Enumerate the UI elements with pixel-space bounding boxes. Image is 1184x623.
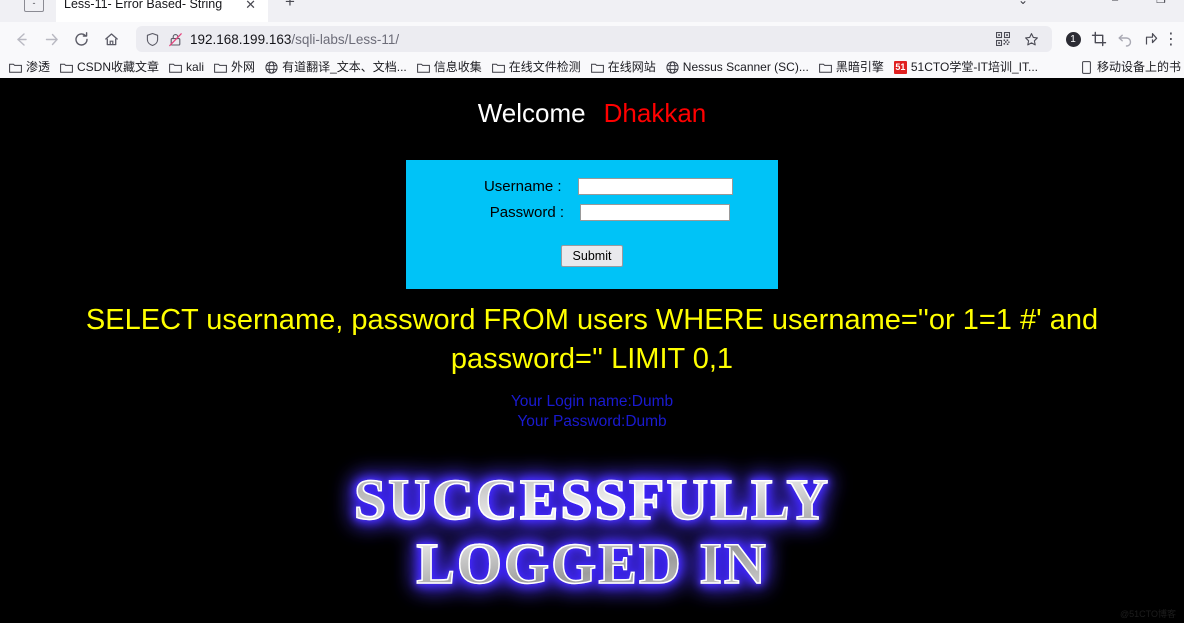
- bookmark-label: 黑暗引擎: [835, 60, 884, 74]
- page-title: Welcome Dhakkan: [0, 78, 1184, 129]
- folder-icon: [818, 61, 832, 73]
- bookmark-label: 外网: [231, 60, 256, 74]
- success-line-2: LOGGED IN: [415, 531, 768, 597]
- username-input[interactable]: [577, 178, 733, 195]
- notification-count: 1: [1065, 31, 1081, 47]
- globe-icon: [666, 60, 679, 74]
- folder-icon: [60, 61, 73, 73]
- mobile-icon: [1080, 60, 1093, 74]
- folder-icon: [491, 61, 505, 73]
- bookmark-item[interactable]: 在线文件检测: [487, 61, 586, 73]
- tab-strip: - Less-11- Error Based- String ✕ + ⌄ – ❐: [0, 0, 1184, 22]
- bookmark-item[interactable]: kali: [164, 61, 209, 73]
- bookmark-item[interactable]: 渗透: [4, 61, 55, 73]
- new-tab-button[interactable]: +: [278, 0, 302, 16]
- bookmark-star-icon[interactable]: [1018, 26, 1044, 52]
- bookmark-label: 在线文件检测: [508, 60, 581, 74]
- browser-window: - Less-11- Error Based- String ✕ + ⌄ – ❐: [0, 0, 1184, 623]
- bookmark-label: kali: [186, 60, 205, 74]
- globe-icon: [265, 60, 278, 74]
- folder-icon: [416, 61, 430, 73]
- login-name-line: Your Login name:Dumb: [510, 393, 674, 410]
- folder-icon: [590, 61, 604, 73]
- bookmark-item[interactable]: 外网: [209, 61, 260, 73]
- chevron-down-icon[interactable]: ⌄: [1018, 0, 1028, 12]
- bookmark-item[interactable]: Nessus Scanner (SC)...: [661, 60, 814, 74]
- home-icon[interactable]: [96, 25, 126, 53]
- forward-icon[interactable]: [36, 25, 66, 53]
- submit-button[interactable]: Submit: [560, 245, 624, 267]
- bookmarks-bar: 渗透 CSDN收藏文章 kali 外网 有道翻译_文本、文档... 信息收集 在线文件检测 在…: [0, 56, 1184, 78]
- folder-icon: [9, 61, 22, 73]
- bookmark-item[interactable]: 51 51CTO学堂-IT培训_IT...: [889, 60, 1043, 74]
- login-form: Username : Password : Submit: [406, 160, 778, 289]
- bookmark-label: Nessus Scanner (SC)...: [682, 60, 809, 74]
- browser-tab-active[interactable]: Less-11- Error Based- String ✕: [56, 0, 268, 22]
- bookmark-item[interactable]: 有道翻译_文本、文档...: [260, 60, 412, 74]
- username-label: Username :: [483, 178, 562, 195]
- welcome-text: Welcome: [477, 98, 586, 128]
- bookmark-label: 有道翻译_文本、文档...: [282, 60, 407, 74]
- address-bar[interactable]: 192.168.199.163/sqli-labs/Less-11/: [136, 26, 1052, 52]
- screenshot-icon[interactable]: [1086, 26, 1112, 52]
- bookmark-label: 渗透: [26, 60, 51, 74]
- address-bar-actions: [990, 26, 1044, 52]
- share-icon[interactable]: [1138, 26, 1164, 52]
- submit-row: Submit: [406, 245, 778, 267]
- page-content: Welcome Dhakkan Username : Password : Sub…: [0, 78, 1184, 623]
- bookmark-overflow-item[interactable]: 移动设备上的书: [1075, 56, 1184, 78]
- tab-list-button[interactable]: -: [24, 0, 44, 12]
- watermark: @51CTO博客: [1120, 609, 1176, 619]
- bookmark-item[interactable]: 在线网站: [586, 61, 661, 73]
- close-icon[interactable]: ✕: [241, 0, 260, 11]
- url-path: /sqli-labs/Less-11/: [291, 31, 400, 47]
- sql-query-text: SELECT username, password FROM users WHE…: [85, 304, 1099, 375]
- navigation-toolbar: 192.168.199.163/sqli-labs/Less-11/ 1 ⋮: [0, 22, 1184, 56]
- password-line: Your Password:Dumb: [517, 413, 667, 430]
- lock-broken-icon[interactable]: [167, 31, 183, 47]
- bookmark-item[interactable]: 黑暗引擎: [814, 61, 889, 73]
- back-icon[interactable]: [6, 25, 36, 53]
- bookmark-label: 信息收集: [433, 60, 482, 74]
- undo-icon[interactable]: [1112, 26, 1138, 52]
- folder-icon: [169, 61, 182, 73]
- notification-badge[interactable]: 1: [1060, 26, 1086, 52]
- shield-icon[interactable]: [144, 31, 160, 47]
- minimize-button[interactable]: –: [1092, 0, 1138, 12]
- overflow-menu-icon[interactable]: ⋮: [1163, 26, 1179, 52]
- reload-icon[interactable]: [66, 25, 96, 53]
- url-text: 192.168.199.163/sqli-labs/Less-11/: [190, 32, 399, 47]
- window-controls: – ❐: [1092, 0, 1184, 12]
- password-input[interactable]: [580, 204, 730, 221]
- tab-list-glyph: -: [32, 0, 36, 8]
- favicon-51cto: 51: [893, 60, 907, 74]
- qr-code-icon[interactable]: [990, 26, 1016, 52]
- folder-icon: [214, 61, 227, 73]
- username-row: Username :: [406, 178, 778, 195]
- maximize-button[interactable]: ❐: [1138, 0, 1184, 12]
- url-host: 192.168.199.163: [190, 31, 292, 47]
- bookmark-label: CSDN收藏文章: [77, 60, 160, 74]
- tab-title: Less-11- Error Based- String: [64, 0, 223, 11]
- bookmark-item[interactable]: CSDN收藏文章: [55, 61, 164, 73]
- success-banner: SUCCESSFULLY LOGGED IN: [0, 467, 1184, 597]
- bookmark-label: 在线网站: [607, 60, 656, 74]
- bookmark-label: 移动设备上的书: [1096, 60, 1181, 74]
- success-line-1: SUCCESSFULLY: [353, 467, 831, 533]
- brand-text: Dhakkan: [603, 98, 707, 128]
- credentials-output: Your Login name:Dumb Your Password:Dumb: [0, 392, 1184, 432]
- bookmark-label: 51CTO学堂-IT培训_IT...: [910, 60, 1038, 74]
- password-row: Password :: [406, 204, 778, 221]
- bookmark-item[interactable]: 信息收集: [412, 61, 487, 73]
- password-label: Password :: [489, 204, 564, 221]
